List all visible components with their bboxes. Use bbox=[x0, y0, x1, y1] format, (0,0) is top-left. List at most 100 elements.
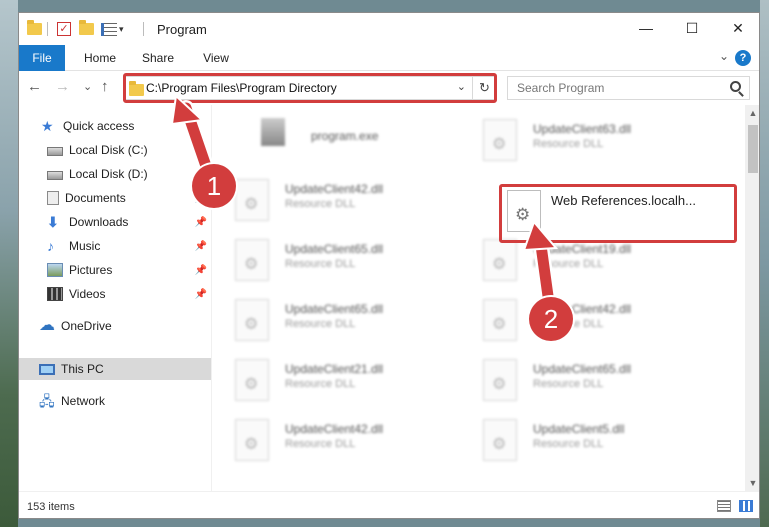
new-folder-icon[interactable] bbox=[79, 20, 94, 35]
list-item[interactable]: UpdateClient65.dll Resource DLL bbox=[213, 293, 453, 345]
pane-splitter[interactable] bbox=[211, 105, 212, 491]
sidebar-item-label: Network bbox=[61, 394, 106, 408]
window-title: Program bbox=[157, 22, 207, 37]
up-button[interactable]: ↑ bbox=[101, 78, 109, 95]
videos-icon bbox=[47, 287, 63, 301]
file-item-program-exe[interactable]: program.exe bbox=[233, 113, 473, 165]
properties-check-icon[interactable]: ✓ bbox=[57, 22, 71, 36]
pictures-icon bbox=[47, 263, 63, 277]
dll-icon bbox=[483, 359, 517, 401]
disk-icon bbox=[47, 147, 63, 156]
music-icon: ♪ bbox=[47, 238, 54, 254]
explorer-window: ✓ ▾ Program — ☐ ✕ File Home Share View ⌄… bbox=[18, 12, 760, 519]
file-name: UpdateClient65.dll bbox=[285, 242, 384, 256]
sidebar-item-label: Videos bbox=[69, 287, 106, 301]
sidebar-item-onedrive[interactable]: ☁ OneDrive bbox=[19, 315, 211, 337]
item-count: 153 items bbox=[27, 501, 75, 513]
sidebar-item-label: Music bbox=[69, 239, 101, 253]
properties-icon[interactable] bbox=[101, 22, 117, 36]
title-bar: ✓ ▾ Program — ☐ ✕ bbox=[19, 13, 759, 45]
dll-icon bbox=[483, 239, 517, 281]
large-icons-view-icon[interactable] bbox=[739, 500, 753, 512]
sidebar-item-videos[interactable]: Videos 📌 bbox=[19, 283, 211, 305]
customize-toolbar-dropdown[interactable]: ▾ bbox=[119, 24, 124, 35]
pin-icon[interactable]: 📌 bbox=[195, 241, 207, 252]
star-icon: ★ bbox=[41, 118, 54, 134]
tab-file[interactable]: File bbox=[19, 45, 65, 71]
help-icon[interactable]: ? bbox=[735, 50, 751, 66]
download-icon: ⬇ bbox=[47, 214, 59, 230]
sidebar-item-label: OneDrive bbox=[61, 319, 112, 333]
tab-share[interactable]: Share bbox=[133, 45, 183, 71]
file-type: Resource DLL bbox=[285, 318, 356, 330]
quick-access-toolbar bbox=[27, 20, 42, 37]
sidebar-item-local-disk-c[interactable]: Local Disk (C:) bbox=[19, 139, 211, 161]
pin-icon[interactable]: 📌 bbox=[195, 289, 207, 300]
minimize-button[interactable]: — bbox=[623, 13, 669, 43]
maximize-button[interactable]: ☐ bbox=[669, 13, 715, 43]
folder-icon bbox=[27, 20, 42, 35]
sidebar-item-quick-access[interactable]: ★ Quick access bbox=[19, 115, 211, 137]
navigation-pane: ★ Quick access Local Disk (C:) Local Dis… bbox=[19, 105, 211, 491]
list-item[interactable]: UpdateClient5.dll Resource DLL bbox=[461, 413, 701, 465]
details-view-icon[interactable] bbox=[717, 500, 731, 512]
sidebar-item-network[interactable]: 🖧 Network bbox=[19, 390, 211, 412]
address-highlight-box bbox=[123, 73, 497, 103]
dll-icon bbox=[235, 239, 269, 281]
close-button[interactable]: ✕ bbox=[715, 13, 759, 43]
forward-button[interactable]: → bbox=[55, 78, 70, 95]
tab-view[interactable]: View bbox=[191, 45, 241, 71]
documents-icon bbox=[47, 191, 59, 205]
sidebar-item-documents[interactable]: Documents 📌 bbox=[19, 187, 211, 209]
scroll-up-icon[interactable]: ▲ bbox=[745, 105, 759, 121]
file-name: UpdateClient19.dll bbox=[533, 242, 632, 256]
search-input[interactable]: Search Program bbox=[507, 76, 750, 100]
cloud-icon: ☁ bbox=[39, 317, 55, 334]
recent-locations-button[interactable]: ⌄ bbox=[83, 80, 92, 93]
search-placeholder: Search Program bbox=[517, 81, 605, 95]
file-name: UpdateClient65.dll bbox=[533, 362, 632, 376]
sidebar-item-this-pc[interactable]: This PC bbox=[19, 358, 211, 380]
list-item[interactable]: UpdateClient65.dll Resource DLL bbox=[213, 233, 453, 285]
sidebar-item-label: Pictures bbox=[69, 263, 113, 277]
sidebar-item-label: Documents bbox=[65, 191, 126, 205]
dll-icon bbox=[483, 119, 517, 161]
scroll-down-icon[interactable]: ▼ bbox=[745, 475, 759, 491]
vertical-scrollbar[interactable]: ▲ ▼ bbox=[745, 105, 759, 491]
sidebar-item-local-disk-d[interactable]: Local Disk (D:) bbox=[19, 163, 211, 185]
dll-icon bbox=[235, 419, 269, 461]
sidebar-item-music[interactable]: ♪ Music 📌 bbox=[19, 235, 211, 257]
list-item[interactable]: UpdateClient42.dll Resource DLL bbox=[213, 173, 453, 225]
file-type: Resource DLL bbox=[285, 378, 356, 390]
dll-icon bbox=[235, 359, 269, 401]
file-type: Resource DLL bbox=[285, 198, 356, 210]
sidebar-item-label: Local Disk (D:) bbox=[69, 167, 148, 181]
step-2-badge: 2 bbox=[529, 297, 573, 341]
dll-icon bbox=[235, 299, 269, 341]
file-type: Resource DLL bbox=[285, 258, 356, 270]
search-icon[interactable] bbox=[730, 81, 741, 92]
pin-icon[interactable]: 📌 bbox=[195, 217, 207, 228]
sidebar-item-label: This PC bbox=[61, 362, 104, 376]
sidebar-item-pictures[interactable]: Pictures 📌 bbox=[19, 259, 211, 281]
tab-home[interactable]: Home bbox=[75, 45, 125, 71]
scrollbar-thumb[interactable] bbox=[748, 125, 758, 173]
desktop-background-right bbox=[760, 0, 769, 527]
sidebar-item-label: Local Disk (C:) bbox=[69, 143, 148, 157]
list-item[interactable]: UpdateClient65.dll Resource DLL bbox=[461, 353, 701, 405]
list-item[interactable]: UpdateClient42.dll Resource DLL bbox=[461, 293, 701, 345]
file-list: program.exe UpdateClient42.dll Resource … bbox=[213, 105, 745, 491]
file-type: Resource DLL bbox=[533, 258, 604, 270]
dll-icon bbox=[483, 299, 517, 341]
sidebar-item-downloads[interactable]: ⬇ Downloads 📌 bbox=[19, 211, 211, 233]
ribbon-collapse-icon[interactable]: ⌄ bbox=[719, 49, 729, 63]
back-button[interactable]: ← bbox=[27, 78, 42, 95]
file-name: UpdateClient21.dll bbox=[285, 362, 384, 376]
pc-icon bbox=[39, 363, 55, 375]
list-item[interactable]: UpdateClient42.dll Resource DLL bbox=[213, 413, 453, 465]
sidebar-item-label: Downloads bbox=[69, 215, 129, 229]
list-item[interactable]: UpdateClient21.dll Resource DLL bbox=[213, 353, 453, 405]
file-name: UpdateClient5.dll bbox=[533, 422, 625, 436]
pin-icon[interactable]: 📌 bbox=[195, 265, 207, 276]
list-item[interactable]: UpdateClient63.dll Resource DLL bbox=[461, 113, 701, 165]
